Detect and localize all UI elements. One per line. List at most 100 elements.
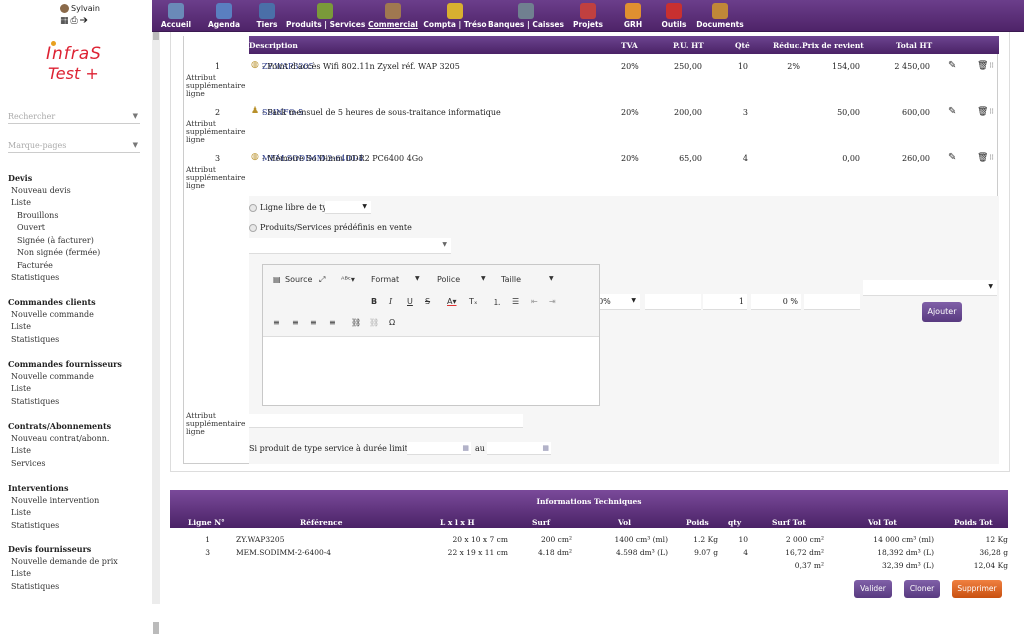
spellcheck-icon[interactable]: ᴬᴮᶜ▾ xyxy=(341,275,355,284)
line-row[interactable]: 1 ◍ ZY.WAP3205 - Point d'accès Wifi 802.11… xyxy=(184,60,999,106)
menu-documents[interactable]: Documents xyxy=(694,0,746,32)
edit-icon[interactable]: ✎ xyxy=(948,106,956,117)
validate-button[interactable]: Valider xyxy=(854,580,892,598)
line-row[interactable]: 2 ♟ SSINFO-5 - Pack mensuel de 5 heures de… xyxy=(184,106,999,152)
justify-icon[interactable]: ≡ xyxy=(329,318,336,327)
print-icon[interactable]: ⎙ xyxy=(71,16,80,26)
side-item[interactable]: Non signée (fermée) xyxy=(8,247,100,260)
scroll-thumb[interactable] xyxy=(153,32,159,40)
drag-handle-icon[interactable]: ⠿ xyxy=(989,154,994,162)
side-group-title[interactable]: Interventions xyxy=(8,482,99,495)
source-icon[interactable]: ▤ xyxy=(273,275,281,284)
predefined-option[interactable]: Produits/Services prédéfinis en vente xyxy=(249,223,412,232)
align-center-icon[interactable]: ≡ xyxy=(292,318,299,327)
clone-button[interactable]: Cloner xyxy=(904,580,940,598)
qty-input[interactable]: 1 xyxy=(703,294,747,310)
date-to-input[interactable]: ▦ xyxy=(487,442,551,455)
user-info[interactable]: Sylvain xyxy=(60,4,100,13)
drag-handle-icon[interactable]: ⠿ xyxy=(989,62,994,70)
calendar-icon[interactable]: ▦ xyxy=(462,444,469,452)
edit-icon[interactable]: ✎ xyxy=(948,60,956,71)
menu-projets[interactable]: Projets xyxy=(564,0,612,32)
bold-icon[interactable]: B xyxy=(371,297,377,306)
rich-text-editor[interactable]: ▤ Source ⤢ ᴬᴮᶜ▾ Format ▼ Police ▼ Taille… xyxy=(262,264,600,406)
product-select[interactable]: ▼ xyxy=(249,238,451,254)
menu-produits-services[interactable]: Produits | Services xyxy=(286,0,365,32)
side-item[interactable]: Signée (à facturer) xyxy=(8,235,100,248)
indent-icon[interactable]: ⇥ xyxy=(549,297,556,306)
side-item[interactable]: Nouveau devis xyxy=(8,185,100,198)
price-input[interactable] xyxy=(645,294,701,310)
side-item[interactable]: Statistiques xyxy=(8,396,122,409)
side-item[interactable]: Statistiques xyxy=(8,581,118,594)
scroll-bottom[interactable] xyxy=(153,622,159,634)
outdent-icon[interactable]: ⇤ xyxy=(531,297,538,306)
menu-accueil[interactable]: Accueil xyxy=(152,0,200,32)
side-item[interactable]: Liste xyxy=(8,507,99,520)
side-item[interactable]: Liste xyxy=(8,321,96,334)
side-item[interactable]: Liste xyxy=(8,445,111,458)
side-item[interactable]: Statistiques xyxy=(8,520,99,533)
menu-outils[interactable]: Outils xyxy=(654,0,694,32)
side-item[interactable]: Services xyxy=(8,458,111,471)
free-line-option[interactable]: Ligne libre de type xyxy=(249,203,337,212)
side-group-title[interactable]: Commandes fournisseurs xyxy=(8,358,122,371)
side-item[interactable]: Facturée xyxy=(8,260,100,273)
side-group-title[interactable]: Devis xyxy=(8,172,100,185)
left-scrollbar[interactable] xyxy=(152,32,160,634)
side-item[interactable]: Nouvelle commande xyxy=(8,371,122,384)
side-item[interactable]: Nouvelle demande de prix xyxy=(8,556,118,569)
reduc-input[interactable]: 0 % xyxy=(751,294,801,310)
bookmarks-select[interactable]: Marque-pages ▼ xyxy=(8,139,140,153)
side-item[interactable]: Liste xyxy=(8,197,100,210)
radio-predefined[interactable] xyxy=(249,224,257,232)
bullet-list-icon[interactable]: ☰ xyxy=(512,297,519,306)
search-select[interactable]: Rechercher ▼ xyxy=(8,110,140,124)
menu-grh[interactable]: GRH xyxy=(612,0,654,32)
free-line-type-select[interactable]: ▼ xyxy=(325,201,371,214)
menu-agenda[interactable]: Agenda xyxy=(200,0,248,32)
date-from-input[interactable]: ▦ xyxy=(407,442,471,455)
unlink-icon[interactable]: ⛓ xyxy=(369,318,379,327)
edit-icon[interactable]: ✎ xyxy=(948,152,956,163)
delete-button[interactable]: Supprimer xyxy=(952,580,1002,598)
strike-icon[interactable]: S xyxy=(425,297,430,306)
menu-compta-tr-so[interactable]: Compta | Tréso xyxy=(422,0,488,32)
delete-icon[interactable]: 🗑 xyxy=(977,61,988,71)
side-item[interactable]: Liste xyxy=(8,383,122,396)
side-item[interactable]: Ouvert xyxy=(8,222,100,235)
side-item[interactable]: Statistiques xyxy=(8,334,96,347)
menu-commercial[interactable]: Commercial xyxy=(364,0,422,32)
font-select[interactable]: Police xyxy=(437,275,460,284)
special-char-icon[interactable]: Ω xyxy=(389,318,395,327)
text-color-icon[interactable]: A▾ xyxy=(447,297,457,306)
side-group-title[interactable]: Commandes clients xyxy=(8,296,96,309)
add-button[interactable]: Ajouter xyxy=(922,302,962,322)
side-item[interactable]: Nouveau contrat/abonn. xyxy=(8,433,111,446)
calculator-icon[interactable]: ▦ xyxy=(60,16,71,26)
size-select[interactable]: Taille xyxy=(501,275,521,284)
align-left-icon[interactable]: ≡ xyxy=(273,318,280,327)
remove-format-icon[interactable]: Tₓ xyxy=(469,297,477,306)
underline-icon[interactable]: U xyxy=(407,297,413,306)
unit-select[interactable]: ▼ xyxy=(863,280,997,296)
align-right-icon[interactable]: ≡ xyxy=(310,318,317,327)
side-group-title[interactable]: Devis fournisseurs xyxy=(8,543,118,556)
maximize-icon[interactable]: ⤢ xyxy=(319,275,325,285)
calendar-icon[interactable]: ▦ xyxy=(542,444,549,452)
side-item[interactable]: Nouvelle intervention xyxy=(8,495,99,508)
drag-handle-icon[interactable]: ⠿ xyxy=(989,108,994,116)
source-button[interactable]: Source xyxy=(285,275,312,284)
format-select[interactable]: Format xyxy=(371,275,399,284)
side-item[interactable]: Nouvelle commande xyxy=(8,309,96,322)
radio-free-line[interactable] xyxy=(249,204,257,212)
attr-input[interactable] xyxy=(249,414,523,428)
menu-banques-caisses[interactable]: Banques | Caisses xyxy=(488,0,564,32)
side-item[interactable]: Liste xyxy=(8,568,118,581)
menu-tiers[interactable]: Tiers xyxy=(248,0,286,32)
link-icon[interactable]: ⛓ xyxy=(351,318,361,327)
delete-icon[interactable]: 🗑 xyxy=(977,153,988,163)
logout-icon[interactable]: ➔ xyxy=(80,16,90,26)
delete-icon[interactable]: 🗑 xyxy=(977,107,988,117)
side-item[interactable]: Statistiques xyxy=(8,272,100,285)
